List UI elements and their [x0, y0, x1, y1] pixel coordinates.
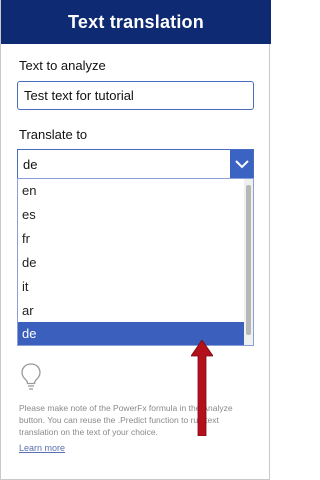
- language-options-list: en es fr de it ar de: [17, 178, 254, 346]
- app-frame: Text translation Text to analyze Transla…: [0, 0, 271, 480]
- dropdown-scrollbar[interactable]: [244, 179, 253, 345]
- language-option[interactable]: it: [18, 275, 246, 299]
- language-option[interactable]: es: [18, 203, 246, 227]
- language-option[interactable]: ar: [18, 299, 246, 323]
- translate-to-label: Translate to: [19, 127, 88, 142]
- dropdown-selected-value: de: [23, 157, 38, 172]
- app-header: Text translation: [1, 0, 271, 44]
- language-option[interactable]: en: [18, 179, 246, 203]
- language-option[interactable]: de: [18, 251, 246, 275]
- lightbulb-icon: [21, 363, 41, 390]
- translate-to-dropdown[interactable]: de: [17, 149, 254, 179]
- text-to-analyze-input[interactable]: [17, 81, 254, 110]
- learn-more-link[interactable]: Learn more: [19, 443, 65, 453]
- text-to-analyze-label: Text to analyze: [19, 58, 106, 73]
- chevron-down-icon: [234, 160, 249, 169]
- dropdown-toggle-button[interactable]: [230, 150, 253, 178]
- language-option[interactable]: fr: [18, 227, 246, 251]
- red-arrow-annotation: [191, 340, 213, 436]
- scrollbar-thumb[interactable]: [246, 185, 251, 335]
- page-title: Text translation: [68, 11, 204, 32]
- powerfx-note-text: Please make note of the PowerFx formula …: [19, 403, 233, 437]
